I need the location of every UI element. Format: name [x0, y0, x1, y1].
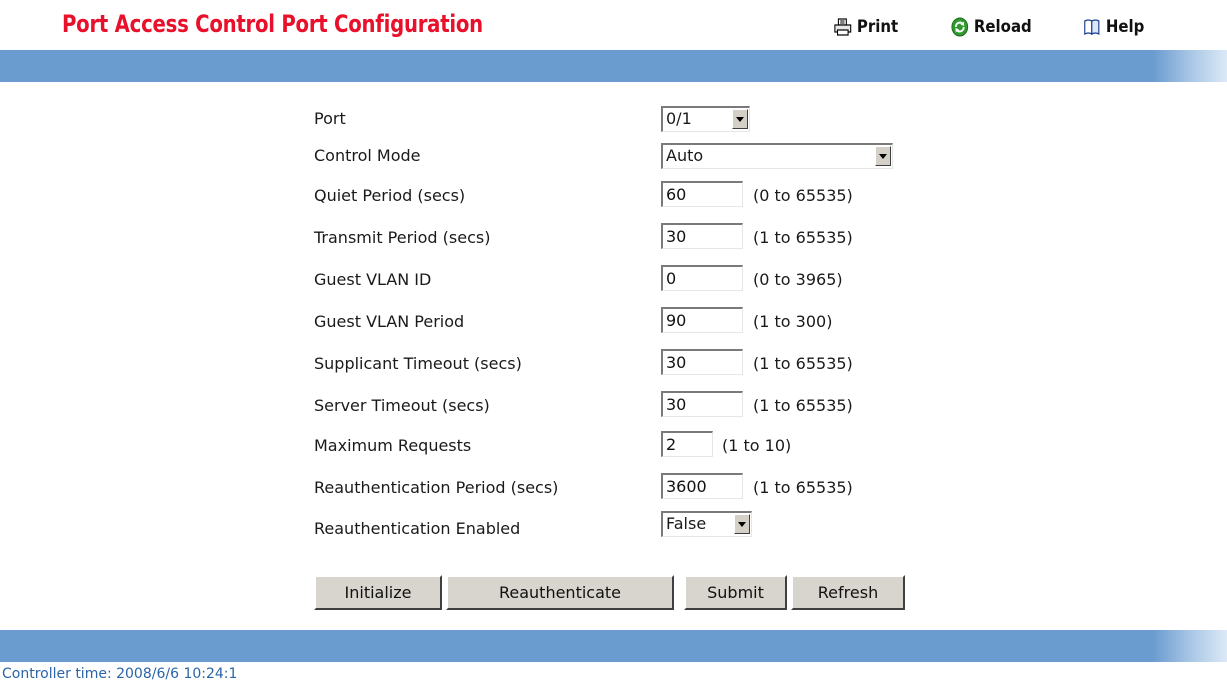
- guest-vlan-period-range: (1 to 300): [753, 312, 833, 331]
- refresh-button[interactable]: Refresh: [791, 575, 905, 610]
- top-divider-bar: [0, 50, 1227, 82]
- guest-vlan-period-input[interactable]: [661, 307, 743, 333]
- maximum-requests-label: Maximum Requests: [314, 436, 472, 455]
- reauth-period-range: (1 to 65535): [753, 478, 853, 497]
- help-link[interactable]: Help: [1083, 17, 1144, 37]
- reauth-period-label: Reauthentication Period (secs): [314, 478, 559, 497]
- port-select-value: 0/1: [666, 109, 692, 128]
- control-mode-value: Auto: [666, 146, 704, 165]
- submit-button[interactable]: Submit: [684, 575, 787, 610]
- quiet-period-range: (0 to 65535): [753, 186, 853, 205]
- maximum-requests-range: (1 to 10): [722, 436, 792, 455]
- print-link[interactable]: Print: [834, 17, 898, 37]
- supplicant-timeout-input[interactable]: [661, 349, 743, 375]
- help-label: Help: [1105, 17, 1145, 37]
- reauth-enabled-label: Reauthentication Enabled: [314, 519, 521, 538]
- supplicant-timeout-label: Supplicant Timeout (secs): [314, 354, 522, 373]
- guest-vlan-id-range: (0 to 3965): [753, 270, 843, 289]
- controller-time: Controller time: 2008/6/6 10:24:1: [2, 666, 238, 682]
- guest-vlan-id-input[interactable]: [661, 265, 743, 291]
- port-select[interactable]: 0/1: [661, 106, 750, 132]
- reauth-enabled-value: False: [666, 514, 707, 533]
- reload-label: Reload: [973, 17, 1032, 37]
- reload-icon: [951, 17, 969, 37]
- server-timeout-label: Server Timeout (secs): [314, 396, 490, 415]
- chevron-down-icon[interactable]: [875, 146, 891, 166]
- port-label: Port: [314, 109, 346, 128]
- initialize-button[interactable]: Initialize: [314, 575, 442, 610]
- supplicant-timeout-range: (1 to 65535): [753, 354, 853, 373]
- control-mode-select[interactable]: Auto: [661, 143, 893, 169]
- guest-vlan-period-label: Guest VLAN Period: [314, 312, 465, 331]
- quiet-period-label: Quiet Period (secs): [314, 186, 466, 205]
- server-timeout-range: (1 to 65535): [753, 396, 853, 415]
- transmit-period-label: Transmit Period (secs): [314, 228, 491, 247]
- printer-icon: [834, 18, 852, 36]
- guest-vlan-id-label: Guest VLAN ID: [314, 270, 432, 289]
- page-title: Port Access Control Port Configuration: [62, 10, 483, 38]
- chevron-down-icon[interactable]: [734, 514, 750, 534]
- reauthenticate-button[interactable]: Reauthenticate: [446, 575, 674, 610]
- book-icon: [1083, 18, 1101, 36]
- maximum-requests-input[interactable]: [661, 431, 713, 457]
- chevron-down-icon[interactable]: [732, 109, 748, 129]
- reauth-period-input[interactable]: [661, 473, 743, 499]
- transmit-period-input[interactable]: [661, 223, 743, 249]
- control-mode-label: Control Mode: [314, 146, 421, 165]
- reauth-enabled-select[interactable]: False: [661, 511, 752, 537]
- print-label: Print: [856, 17, 899, 37]
- server-timeout-input[interactable]: [661, 391, 743, 417]
- page-header: Port Access Control Port Configuration P…: [0, 0, 1227, 48]
- transmit-period-range: (1 to 65535): [753, 228, 853, 247]
- reload-link[interactable]: Reload: [951, 17, 1032, 37]
- quiet-period-input[interactable]: [661, 181, 743, 207]
- bottom-divider-bar: [0, 630, 1227, 662]
